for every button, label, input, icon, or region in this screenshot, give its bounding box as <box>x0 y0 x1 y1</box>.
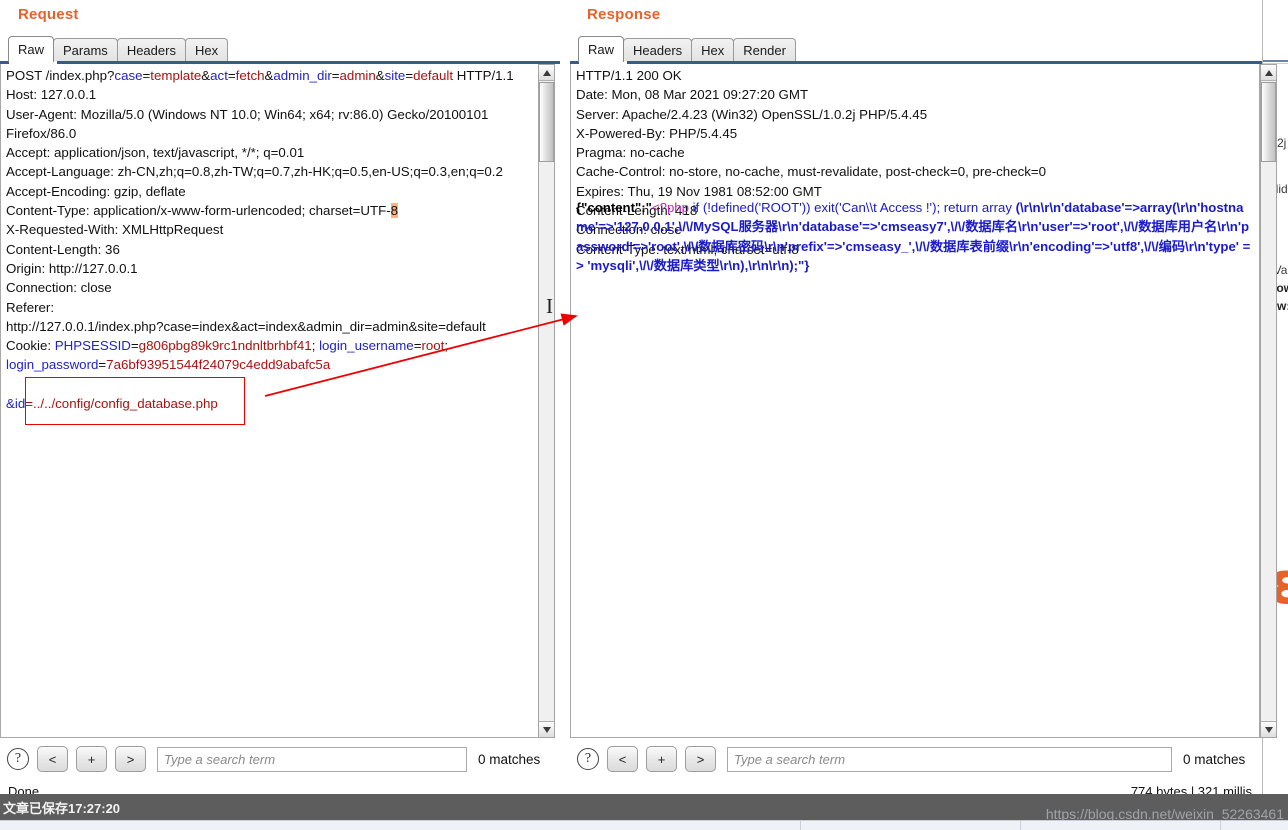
response-body-php-tag: <?php <box>651 200 689 215</box>
search-add-button[interactable]: + <box>76 746 107 772</box>
background-window-divider <box>1263 60 1288 62</box>
response-scroll-thumb[interactable] <box>1261 82 1276 162</box>
tab-response-render[interactable]: Render <box>733 38 796 62</box>
request-match-count: 0 matches <box>478 751 541 767</box>
mouse-ibeam-cursor: I <box>546 294 553 318</box>
scroll-down-arrow-icon[interactable] <box>1261 721 1276 737</box>
response-pane: Response Raw Headers Hex Render HTTP/1.1… <box>570 0 1277 806</box>
taskbar-strip <box>0 820 1288 830</box>
tab-request-hex[interactable]: Hex <box>184 38 229 62</box>
scroll-up-arrow-icon[interactable] <box>539 65 554 81</box>
request-body-param-value: =../../config/config_database.php <box>25 396 218 412</box>
tab-request-raw[interactable]: Raw <box>8 36 55 62</box>
response-search-toolbar: ? < + > Type a search term 0 matches <box>570 740 1262 778</box>
search-prev-button[interactable]: < <box>37 746 68 772</box>
request-vertical-scrollbar[interactable] <box>538 64 555 738</box>
request-search-input[interactable]: Type a search term <box>157 746 467 772</box>
request-search-toolbar: ? < + > Type a search term 0 matches <box>0 740 560 778</box>
search-add-button[interactable]: + <box>646 746 677 772</box>
taskbar-save-status: 文章已保存17:27:20 <box>3 800 121 816</box>
help-icon[interactable]: ? <box>577 748 599 770</box>
tab-response-hex[interactable]: Hex <box>691 38 735 62</box>
response-match-count: 0 matches <box>1183 751 1246 767</box>
response-body-prefix: {"content":" <box>576 200 652 215</box>
tab-response-raw[interactable]: Raw <box>578 36 625 62</box>
response-tabstrip: Raw Headers Hex Render <box>578 35 796 62</box>
request-tabstrip: Raw Params Headers Hex <box>8 35 229 62</box>
search-prev-button[interactable]: < <box>607 746 638 772</box>
tab-request-params[interactable]: Params <box>53 38 118 62</box>
tab-response-headers[interactable]: Headers <box>623 38 693 62</box>
response-body-text: {"content":"<?php if (!defined('ROOT')) … <box>576 198 1255 275</box>
response-search-input[interactable]: Type a search term <box>727 746 1172 772</box>
request-editor-gutter <box>556 64 560 738</box>
response-vertical-scrollbar[interactable] <box>1260 64 1277 738</box>
scroll-up-arrow-icon[interactable] <box>1261 65 1276 81</box>
search-next-button[interactable]: > <box>685 746 716 772</box>
scroll-down-arrow-icon[interactable] <box>539 721 554 737</box>
request-raw-text: POST /index.php?case=template&act=fetch&… <box>6 68 514 412</box>
help-icon[interactable]: ? <box>7 748 29 770</box>
response-raw-editor[interactable]: HTTP/1.1 200 OK Date: Mon, 08 Mar 2021 0… <box>570 64 1260 738</box>
response-pane-title: Response <box>587 6 661 23</box>
request-raw-editor[interactable]: POST /index.php?case=template&act=fetch&… <box>0 64 538 738</box>
tab-request-headers[interactable]: Headers <box>116 38 186 62</box>
request-body-param-name: &id <box>6 396 26 412</box>
request-pane: Request Raw Params Headers Hex POST /ind… <box>0 0 560 806</box>
response-body-after-tag: if (!defined('ROOT')) exit('Can\\t Acces… <box>688 200 1012 215</box>
search-next-button[interactable]: > <box>115 746 146 772</box>
request-pane-title: Request <box>18 6 79 23</box>
request-scroll-thumb[interactable] <box>539 82 554 162</box>
burp-suite-window: 0.2j validi r: Va allow llow: ε Request … <box>0 0 1288 830</box>
